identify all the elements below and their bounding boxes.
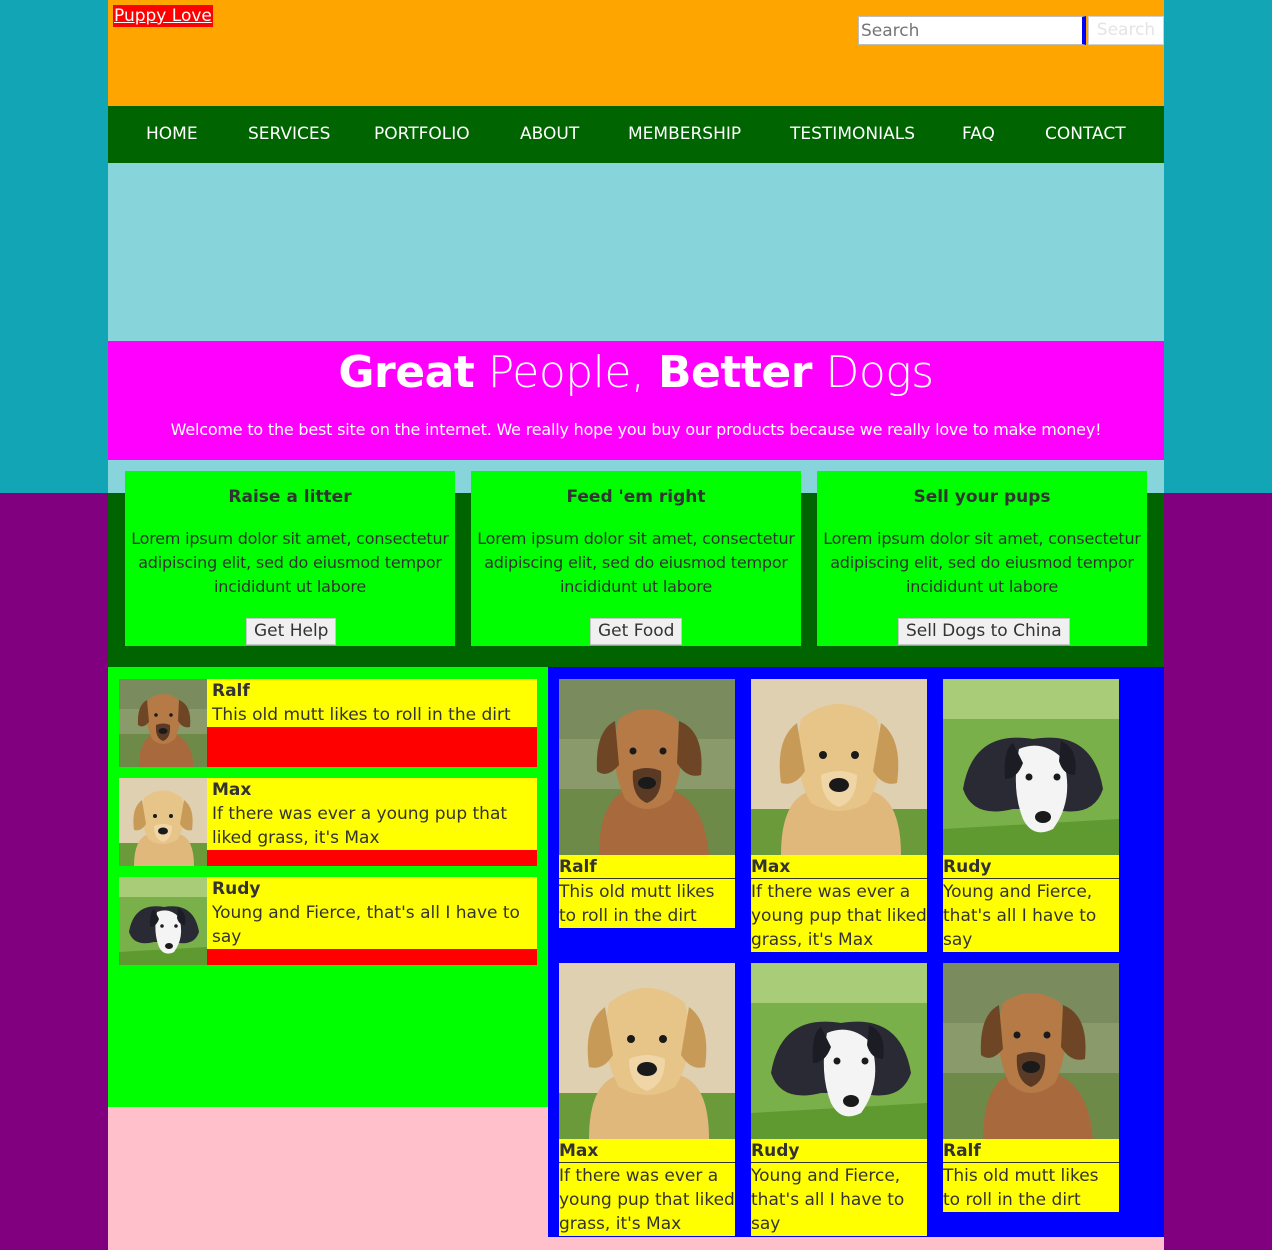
feature-card-litter: Raise a litter Lorem ipsum dolor sit ame… bbox=[125, 471, 455, 646]
nav-portfolio[interactable]: PORTFOLIO bbox=[374, 106, 470, 163]
sell-dogs-button[interactable]: Sell Dogs to China bbox=[898, 618, 1070, 645]
list-item[interactable]: Rudy Young and Fierce, that's all I have… bbox=[119, 877, 537, 965]
dog-description: If there was ever a young pup that liked… bbox=[212, 804, 508, 848]
search-button[interactable]: Search bbox=[1088, 16, 1164, 45]
hero-tagline: Welcome to the best site on the internet… bbox=[170, 420, 1102, 439]
feature-title: Raise a litter bbox=[228, 487, 352, 507]
feature-title: Sell your pups bbox=[913, 487, 1051, 507]
hero-title: Great People, Better Dogs bbox=[108, 345, 1164, 401]
accent-bar bbox=[207, 727, 537, 767]
dog-description: This old mutt likes to roll in the dirt bbox=[943, 1166, 1099, 1210]
get-help-button[interactable]: Get Help bbox=[246, 618, 337, 645]
feature-text: Lorem ipsum dolor sit amet, consectetur … bbox=[823, 529, 1141, 596]
grid-tile[interactable]: Max If there was ever a young pup that l… bbox=[559, 963, 735, 1236]
brown-hound-photo bbox=[119, 679, 207, 767]
grid-tile[interactable]: Max If there was ever a young pup that l… bbox=[751, 679, 927, 952]
grid-tile[interactable]: Ralf This old mutt likes to roll in the … bbox=[559, 679, 735, 928]
feature-card-sell: Sell your pups Lorem ipsum dolor sit ame… bbox=[817, 471, 1147, 646]
dog-description: Young and Fierce, that's all I have to s… bbox=[751, 1166, 905, 1234]
logo-link[interactable]: Puppy Love bbox=[113, 5, 213, 27]
golden-puppy-photo bbox=[119, 778, 207, 866]
nav-membership[interactable]: MEMBERSHIP bbox=[628, 106, 741, 163]
page: Puppy Love Search HOME SERVICES PORTFOLI… bbox=[108, 0, 1164, 1250]
banner-area bbox=[108, 163, 1164, 341]
hero-title-better: Better bbox=[657, 347, 813, 398]
dog-name: Ralf bbox=[212, 681, 250, 701]
nav-testimonials[interactable]: TESTIMONIALS bbox=[790, 106, 915, 163]
hero-section: Great People, Better Dogs Welcome to the… bbox=[108, 341, 1164, 460]
search-input[interactable] bbox=[858, 16, 1086, 45]
black-white-puppy-photo bbox=[751, 963, 927, 1139]
features-section: Raise a litter Lorem ipsum dolor sit ame… bbox=[108, 460, 1164, 667]
nav-services[interactable]: SERVICES bbox=[248, 106, 330, 163]
brown-hound-photo bbox=[943, 963, 1119, 1139]
golden-puppy-photo bbox=[751, 679, 927, 855]
dog-grid: Ralf This old mutt likes to roll in the … bbox=[548, 667, 1164, 1237]
feature-card-feed: Feed 'em right Lorem ipsum dolor sit ame… bbox=[471, 471, 801, 646]
grid-tile[interactable]: Ralf This old mutt likes to roll in the … bbox=[943, 963, 1119, 1212]
feature-text: Lorem ipsum dolor sit amet, consectetur … bbox=[477, 529, 795, 596]
dog-description: Young and Fierce, that's all I have to s… bbox=[943, 882, 1097, 950]
dog-description: This old mutt likes to roll in the dirt bbox=[559, 882, 715, 926]
dog-name: Rudy bbox=[943, 855, 1119, 879]
dog-description: If there was ever a young pup that liked… bbox=[559, 1166, 735, 1234]
black-white-puppy-photo bbox=[119, 877, 207, 965]
hero-title-great: Great bbox=[338, 347, 475, 398]
accent-bar bbox=[207, 850, 537, 866]
list-item[interactable]: Ralf This old mutt likes to roll in the … bbox=[119, 679, 537, 767]
nav-contact[interactable]: CONTACT bbox=[1045, 106, 1126, 163]
brown-hound-photo bbox=[559, 679, 735, 855]
feature-title: Feed 'em right bbox=[566, 487, 706, 507]
golden-puppy-photo bbox=[559, 963, 735, 1139]
nav-faq[interactable]: FAQ bbox=[962, 106, 995, 163]
dog-name: Ralf bbox=[559, 855, 735, 879]
dog-list: Ralf This old mutt likes to roll in the … bbox=[108, 667, 548, 1107]
grid-tile[interactable]: Rudy Young and Fierce, that's all I have… bbox=[943, 679, 1119, 952]
footer-pink-area bbox=[108, 1107, 548, 1250]
dog-name: Max bbox=[212, 780, 252, 800]
grid-tile[interactable]: Rudy Young and Fierce, that's all I have… bbox=[751, 963, 927, 1236]
site-header: Puppy Love Search bbox=[108, 0, 1164, 106]
black-white-puppy-photo bbox=[943, 679, 1119, 855]
dog-name: Rudy bbox=[212, 879, 261, 899]
dog-description: Young and Fierce, that's all I have to s… bbox=[212, 903, 520, 947]
nav-about[interactable]: ABOUT bbox=[520, 106, 579, 163]
get-food-button[interactable]: Get Food bbox=[590, 618, 683, 645]
dog-name: Max bbox=[751, 855, 927, 879]
dog-name: Ralf bbox=[943, 1139, 1119, 1163]
footer-pink-strip bbox=[548, 1237, 1164, 1250]
main-nav: HOME SERVICES PORTFOLIO ABOUT MEMBERSHIP… bbox=[108, 106, 1164, 163]
hero-title-dogs: Dogs bbox=[811, 347, 934, 398]
nav-home[interactable]: HOME bbox=[146, 106, 198, 163]
dog-name: Max bbox=[559, 1139, 735, 1163]
list-item[interactable]: Max If there was ever a young pup that l… bbox=[119, 778, 537, 866]
dog-name: Rudy bbox=[751, 1139, 927, 1163]
dog-description: If there was ever a young pup that liked… bbox=[751, 882, 927, 950]
accent-bar bbox=[207, 949, 537, 965]
hero-title-people: People, bbox=[474, 347, 658, 398]
dog-description: This old mutt likes to roll in the dirt bbox=[212, 705, 511, 725]
feature-text: Lorem ipsum dolor sit amet, consectetur … bbox=[131, 529, 449, 596]
